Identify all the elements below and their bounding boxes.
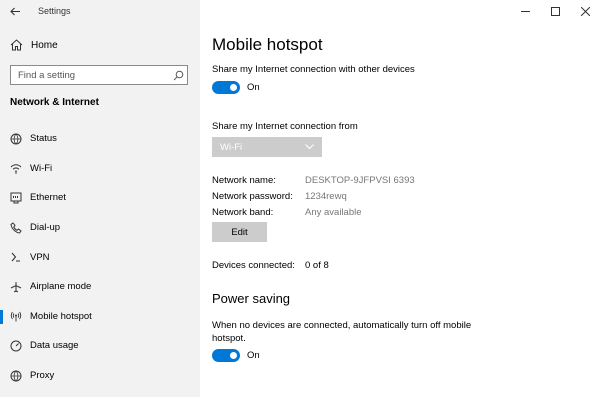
gauge-icon	[9, 340, 23, 352]
sidebar-item-label: Airplane mode	[30, 281, 92, 293]
sidebar-item-mobile-hotspot[interactable]: Mobile hotspot	[0, 302, 200, 332]
globe-icon	[9, 133, 23, 145]
search-input[interactable]: Find a setting	[10, 65, 188, 85]
back-button[interactable]	[2, 0, 28, 22]
sidebar-item-label: Mobile hotspot	[30, 310, 92, 322]
sidebar-item-data-usage[interactable]: Data usage	[0, 331, 200, 361]
page-title: Mobile hotspot	[212, 35, 323, 54]
phone-icon	[9, 221, 23, 234]
sidebar-item-proxy[interactable]: Proxy	[0, 361, 200, 391]
chevron-down-icon	[305, 142, 314, 152]
search-icon	[169, 70, 187, 81]
vpn-icon	[9, 251, 23, 263]
network-name-key: Network name:	[212, 175, 276, 186]
dropdown-value: Wi-Fi	[220, 141, 243, 153]
minimize-icon	[520, 10, 530, 12]
edit-button[interactable]: Edit	[212, 222, 267, 242]
toggle-knob	[230, 84, 237, 91]
sidebar-item-label: Dial-up	[30, 222, 61, 234]
sidebar-item-label: VPN	[30, 251, 50, 263]
network-password-key: Network password:	[212, 191, 293, 202]
maximize-icon	[550, 6, 560, 16]
home-label: Home	[31, 39, 58, 51]
maximize-button[interactable]	[540, 0, 570, 22]
power-saving-description: When no devices are connected, automatic…	[212, 320, 472, 344]
power-saving-title: Power saving	[212, 291, 291, 306]
globe-icon	[9, 370, 23, 382]
sidebar-item-label: Status	[30, 133, 57, 145]
network-band-value: Any available	[305, 207, 362, 218]
power-saving-toggle-row: On	[212, 349, 260, 362]
sidebar: Settings Home Find a setting Network & I…	[0, 0, 200, 397]
sidebar-item-airplane-mode[interactable]: Airplane mode	[0, 272, 200, 302]
hotspot-icon	[9, 310, 23, 322]
close-icon	[580, 6, 590, 16]
ethernet-icon	[9, 192, 23, 204]
sidebar-item-label: Data usage	[30, 340, 79, 352]
sidebar-item-status[interactable]: Status	[0, 124, 200, 154]
close-button[interactable]	[570, 0, 600, 22]
power-saving-toggle-state: On	[247, 350, 260, 361]
section-title: Network & Internet	[10, 97, 99, 108]
wifi-icon	[9, 163, 23, 174]
share-label: Share my Internet connection with other …	[212, 64, 415, 75]
sidebar-item-label: Proxy	[30, 370, 55, 382]
arrow-left-icon	[9, 7, 20, 15]
minimize-button[interactable]	[510, 0, 540, 22]
share-toggle-state: On	[247, 82, 260, 93]
airplane-icon	[9, 281, 23, 293]
window-title: Settings	[38, 6, 71, 16]
sidebar-item-dialup[interactable]: Dial-up	[0, 213, 200, 243]
network-name-value: DESKTOP-9JFPVSI 6393	[305, 175, 415, 186]
share-toggle-row: On	[212, 81, 260, 94]
search-placeholder: Find a setting	[18, 69, 76, 81]
devices-connected-key: Devices connected:	[212, 260, 295, 271]
sidebar-item-wifi[interactable]: Wi-Fi	[0, 154, 200, 184]
power-saving-toggle[interactable]	[212, 349, 240, 362]
sidebar-item-vpn[interactable]: VPN	[0, 242, 200, 272]
main-content: Mobile hotspot Share my Internet connect…	[200, 0, 600, 397]
titlebar: Settings	[0, 0, 71, 22]
share-toggle[interactable]	[212, 81, 240, 94]
toggle-knob	[230, 352, 237, 359]
share-from-dropdown[interactable]: Wi-Fi	[212, 137, 322, 157]
network-password-value: 1234rewq	[305, 191, 347, 202]
sidebar-item-label: Wi-Fi	[30, 162, 53, 174]
share-from-label: Share my Internet connection from	[212, 121, 358, 132]
sidebar-item-ethernet[interactable]: Ethernet	[0, 183, 200, 213]
network-band-key: Network band:	[212, 207, 274, 218]
sidebar-nav: Status Wi-Fi Ethernet Dial-up VPN Airpla…	[0, 124, 200, 390]
home-icon	[10, 39, 24, 51]
devices-connected-value: 0 of 8	[305, 260, 329, 271]
window-controls	[510, 0, 600, 22]
home-link[interactable]: Home	[10, 37, 58, 53]
sidebar-item-label: Ethernet	[30, 192, 66, 204]
